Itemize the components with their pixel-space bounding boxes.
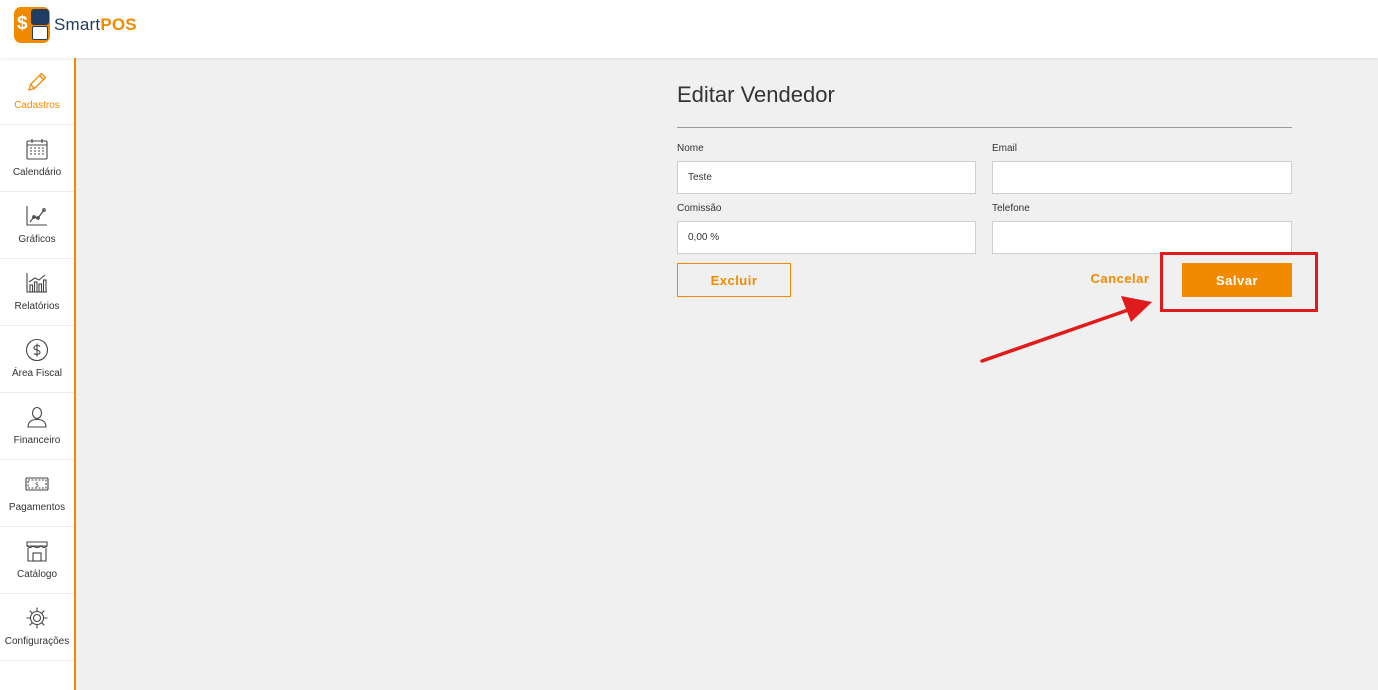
telefone-label: Telefone (992, 203, 1030, 214)
logo-text-prefix: Smart (54, 15, 101, 34)
sidebar-item-financeiro[interactable]: Financeiro (0, 393, 74, 460)
svg-text:$: $ (35, 482, 39, 489)
sidebar-item-catalogo[interactable]: Catálogo (0, 527, 74, 594)
sidebar-item-label: Financeiro (13, 435, 61, 446)
sidebar-item-graficos[interactable]: Gráficos (0, 192, 74, 259)
page-title: Editar Vendedor (677, 82, 835, 107)
nome-input[interactable] (677, 161, 976, 194)
nome-label: Nome (677, 143, 704, 154)
sidebar-item-label: Configurações (4, 636, 70, 647)
comissao-input[interactable] (677, 221, 976, 254)
delete-button[interactable]: Excluir (677, 263, 791, 297)
telefone-input[interactable] (992, 221, 1292, 254)
gear-icon (26, 607, 48, 629)
logo-icon: $ (14, 7, 50, 43)
banknote-icon: $ (25, 477, 49, 491)
sidebar-item-label: Relatórios (14, 301, 60, 312)
sidebar-item-pagamentos[interactable]: $ Pagamentos (0, 460, 74, 527)
sidebar: Cadastros Calendário Gráficos Relatórios… (0, 58, 76, 690)
sidebar-item-configuracoes[interactable]: Configurações (0, 594, 74, 661)
store-icon (26, 541, 48, 562)
sidebar-item-label: Gráficos (18, 234, 56, 245)
bar-chart-icon (26, 273, 47, 293)
line-chart-icon (26, 206, 47, 226)
sidebar-item-label: Cadastros (14, 100, 60, 111)
pencil-icon (28, 72, 47, 91)
logo-text: SmartPOS (54, 15, 137, 35)
email-label: Email (992, 143, 1018, 154)
sidebar-item-cadastros[interactable]: Cadastros (0, 58, 74, 125)
title-divider (677, 127, 1292, 128)
logo-text-suffix: POS (100, 15, 137, 34)
sidebar-item-relatorios[interactable]: Relatórios (0, 259, 74, 326)
email-input[interactable] (992, 161, 1292, 194)
sidebar-item-calendario[interactable]: Calendário (0, 125, 74, 192)
sidebar-item-label: Área Fiscal (11, 368, 62, 379)
cancel-button[interactable]: Cancelar (1086, 263, 1154, 293)
comissao-label: Comissão (677, 203, 722, 214)
dollar-circle-icon (25, 338, 49, 362)
highlight-box (1160, 252, 1318, 312)
calendar-icon (26, 139, 48, 160)
edit-seller-form: Editar Vendedor (677, 80, 1292, 128)
smartpos-logo[interactable]: $ SmartPOS (14, 7, 137, 43)
sidebar-item-area-fiscal[interactable]: Área Fiscal (0, 326, 74, 393)
sidebar-item-label: Calendário (12, 167, 62, 178)
user-icon (27, 406, 47, 428)
top-header: $ SmartPOS (0, 0, 1378, 58)
sidebar-item-label: Catálogo (16, 569, 58, 580)
sidebar-item-label: Pagamentos (8, 502, 66, 513)
